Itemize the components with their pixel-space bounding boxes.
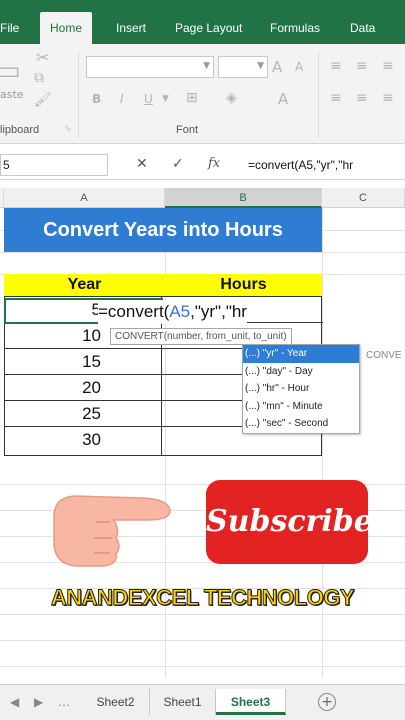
add-sheet-icon[interactable]: + <box>318 693 336 711</box>
gridline <box>0 252 405 253</box>
tab-home[interactable]: Home <box>40 12 93 44</box>
ghost-tooltip-text: CONVE <box>366 350 402 361</box>
year-cell[interactable]: 10 <box>5 323 101 349</box>
font-color-icon[interactable]: A <box>278 90 288 108</box>
tab-insert[interactable]: Insert <box>116 12 146 44</box>
format-painter-icon[interactable]: 🖌 <box>34 92 52 108</box>
paste-icon[interactable]: ▭ <box>0 56 21 86</box>
sheet-tab-sheet3[interactable]: Sheet3 <box>216 689 286 715</box>
column-header-b[interactable]: B <box>165 188 322 208</box>
align-middle-icon[interactable]: ≡ <box>356 58 368 74</box>
tab-formulas[interactable]: Formulas <box>270 12 320 44</box>
insert-function-icon[interactable]: fx <box>208 156 220 171</box>
font-size-box[interactable]: ▼ <box>218 56 268 78</box>
year-cell[interactable]: 25 <box>5 401 101 427</box>
cell-reference: A5 <box>169 302 191 321</box>
grow-font-icon[interactable]: A <box>272 58 282 76</box>
bold-button[interactable]: B <box>92 92 101 106</box>
chevron-left-icon[interactable]: ◀ <box>10 695 19 709</box>
cancel-icon[interactable]: ✕ <box>136 156 148 172</box>
sheet-tab-bar: ◀ ▶ … Sheet2 Sheet1 Sheet3 + <box>0 684 405 720</box>
sheet-tab-sheet2[interactable]: Sheet2 <box>82 689 150 715</box>
align-right-icon[interactable]: ≡ <box>382 90 394 106</box>
align-bottom-icon[interactable]: ≡ <box>382 58 394 74</box>
autocomplete-item-hour[interactable]: (...) "hr" - Hour <box>243 380 359 398</box>
column-headers: A B C <box>0 188 405 208</box>
shrink-font-icon[interactable]: A <box>295 60 303 74</box>
column-header-c[interactable]: C <box>322 188 405 208</box>
tab-data[interactable]: Data <box>350 12 375 44</box>
year-cell[interactable]: 15 <box>5 349 101 375</box>
tab-page-layout[interactable]: Page Layout <box>175 12 242 44</box>
ribbon-divider <box>78 52 79 138</box>
gridline <box>0 640 405 641</box>
unit-autocomplete-list: (...) "yr" - Year (...) "day" - Day (...… <box>242 344 360 434</box>
italic-button[interactable]: I <box>120 92 124 106</box>
ribbon-divider <box>318 52 319 138</box>
sheet-tab-sheet1[interactable]: Sheet1 <box>150 689 216 715</box>
chevron-right-icon[interactable]: ▶ <box>34 695 43 709</box>
clipboard-launcher-icon[interactable]: ⬂ <box>64 124 72 134</box>
subscribe-button[interactable]: Subscribe <box>206 480 373 564</box>
gridline <box>0 614 405 615</box>
borders-icon[interactable]: ⊞ <box>186 90 198 106</box>
header-row: Year Hours <box>4 274 322 296</box>
ribbon-tab-bar: File Home Insert Page Layout Formulas Da… <box>0 0 405 44</box>
chevron-down-icon: ▼ <box>203 61 210 71</box>
autocomplete-item-day[interactable]: (...) "day" - Day <box>243 363 359 381</box>
header-hours-cell[interactable]: Hours <box>165 274 322 296</box>
underline-button[interactable]: U <box>144 92 153 106</box>
channel-brand-text: ANANDEXCEL TECHNOLOGY <box>50 585 355 611</box>
edit-suffix: ,"yr","hr <box>190 302 247 321</box>
pointing-hand-icon <box>53 495 171 567</box>
tab-file[interactable]: File <box>0 12 19 44</box>
edit-prefix: =convert( <box>98 302 170 321</box>
formula-input[interactable]: =convert(A5,"yr","hr <box>248 158 353 172</box>
year-cell[interactable]: 30 <box>5 427 101 453</box>
align-center-icon[interactable]: ≡ <box>356 90 368 106</box>
font-name-box[interactable]: ▼ <box>86 56 214 78</box>
sheet-title-cell[interactable]: Convert Years into Hours <box>4 208 322 252</box>
align-top-icon[interactable]: ≡ <box>330 58 342 74</box>
align-left-icon[interactable]: ≡ <box>330 90 342 106</box>
copy-icon[interactable]: ⧉ <box>34 70 44 86</box>
cut-icon[interactable]: ✂ <box>36 48 49 67</box>
year-cell[interactable]: 20 <box>5 375 101 401</box>
subscribe-label: Subscribe <box>206 504 373 539</box>
autocomplete-item-year[interactable]: (...) "yr" - Year <box>243 345 359 363</box>
chevron-down-icon[interactable]: ▼ <box>162 94 169 104</box>
formula-bar: 5 ✕ ✓ fx =convert(A5,"yr","hr <box>0 150 405 180</box>
gridline <box>0 666 405 667</box>
paste-label: aste <box>0 88 24 101</box>
autocomplete-item-second[interactable]: (...) "sec" - Second <box>243 415 359 433</box>
enter-icon[interactable]: ✓ <box>172 156 184 172</box>
function-signature-tooltip: CONVERT(number, from_unit, to_unit) <box>110 328 292 345</box>
fill-color-icon[interactable]: ◈ <box>226 90 237 106</box>
ribbon: ▭ aste ✂ ⧉ 🖌 lipboard ⬂ ▼ ▼ A A B I U ▼ … <box>0 44 405 144</box>
cell-edit-text[interactable]: =convert(A5,"yr","hr <box>98 300 247 324</box>
name-box[interactable]: 5 <box>0 154 108 176</box>
clipboard-group-label: lipboard <box>0 124 40 136</box>
header-year-cell[interactable]: Year <box>4 274 165 296</box>
font-group-label: Font <box>176 124 199 136</box>
chevron-down-icon: ▼ <box>257 61 264 71</box>
column-header-a[interactable]: A <box>4 188 165 208</box>
autocomplete-item-minute[interactable]: (...) "mn" - Minute <box>243 398 359 416</box>
more-sheets-icon[interactable]: … <box>58 695 70 709</box>
